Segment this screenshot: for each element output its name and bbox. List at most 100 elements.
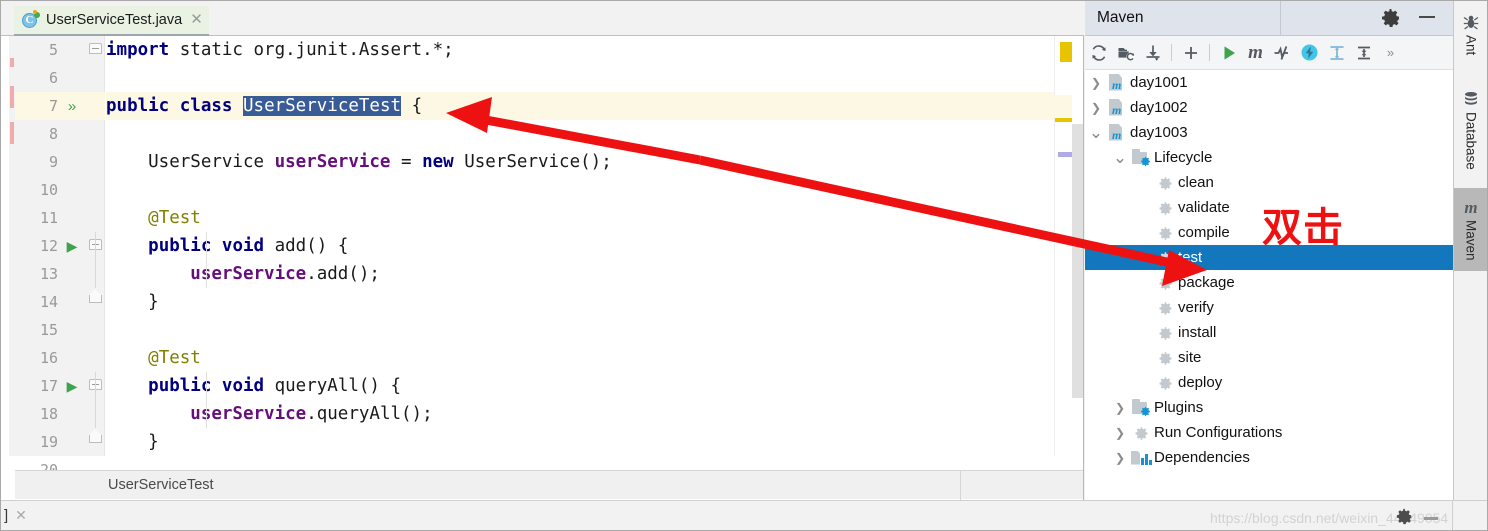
- run-all-tests-icon[interactable]: »: [61, 99, 83, 114]
- tree-item-day1003[interactable]: ⌄ m day1003: [1085, 120, 1453, 145]
- tree-item-clean[interactable]: clean: [1085, 170, 1453, 195]
- tool-tab-ant[interactable]: Ant: [1454, 6, 1488, 55]
- gutter-row-10[interactable]: 10: [15, 176, 105, 204]
- editor-tab-strip: C UserServiceTest.java ✕: [0, 0, 1084, 36]
- line-number: 18: [39, 405, 58, 423]
- tool-tab-label: Ant: [1463, 35, 1479, 56]
- gutter-row-7[interactable]: 7»: [15, 92, 105, 120]
- maven-module-icon: m: [1107, 73, 1128, 92]
- download-sources-button[interactable]: [1139, 40, 1166, 66]
- toggle-offline-button[interactable]: [1296, 40, 1323, 66]
- tree-item-dependencies[interactable]: ❯ Dependencies: [1085, 445, 1453, 470]
- tree-item-site[interactable]: site: [1085, 345, 1453, 370]
- maven-project-tree[interactable]: ❯ m day1001 ❯ m day1002 ⌄ m day1003 ⌄ Lifecycle cle…: [1085, 70, 1453, 500]
- tree-item-lifecycle[interactable]: ⌄ Lifecycle: [1085, 145, 1453, 170]
- code-token-classname-selected[interactable]: UserServiceTest: [243, 96, 402, 116]
- gutter-row-14[interactable]: 14: [15, 288, 105, 316]
- chevron-right-icon[interactable]: ❯: [1109, 402, 1131, 414]
- goal-gear-icon: [1155, 349, 1176, 367]
- tree-item-install[interactable]: install: [1085, 320, 1453, 345]
- line-number: 14: [39, 293, 58, 311]
- close-icon[interactable]: ✕: [190, 12, 203, 27]
- editor-tab-userservicetest[interactable]: C UserServiceTest.java ✕: [14, 6, 209, 36]
- tool-tab-maven[interactable]: m Maven: [1454, 188, 1488, 271]
- gutter-row-11[interactable]: 11: [15, 204, 105, 232]
- breadcrumb-bar[interactable]: UserServiceTest: [15, 470, 1083, 500]
- gutter-row-12[interactable]: 12 ▶: [15, 232, 105, 260]
- chevron-right-icon[interactable]: ❯: [1109, 452, 1131, 464]
- editor-tab-label: UserServiceTest.java: [46, 12, 183, 28]
- tree-item-label: validate: [1178, 199, 1230, 216]
- tree-item-deploy[interactable]: deploy: [1085, 370, 1453, 395]
- add-maven-project-button[interactable]: [1177, 40, 1204, 66]
- code-line-13: userService.add();: [106, 260, 1054, 288]
- close-icon[interactable]: ✕: [15, 507, 27, 524]
- tree-item-verify[interactable]: verify: [1085, 295, 1453, 320]
- tree-item-plugins[interactable]: ❯ Plugins: [1085, 395, 1453, 420]
- gutter-row-18[interactable]: 18: [15, 400, 105, 428]
- code-token-type: UserService: [106, 152, 275, 172]
- tree-item-package[interactable]: package: [1085, 270, 1453, 295]
- show-dependencies-button[interactable]: [1323, 40, 1350, 66]
- gutter-row-17[interactable]: 17 ▶: [15, 372, 105, 400]
- chevron-right-icon[interactable]: ❯: [1085, 77, 1107, 89]
- breadcrumb[interactable]: UserServiceTest: [108, 477, 214, 493]
- fold-end-icon[interactable]: [89, 429, 102, 448]
- code-token-void: void: [221, 236, 265, 256]
- reimport-button[interactable]: [1085, 40, 1112, 66]
- editor-scrollbar-thumb[interactable]: [1072, 124, 1083, 398]
- code-token-call-queryall: .queryAll();: [306, 404, 433, 424]
- chevron-right-icon[interactable]: ❯: [1085, 102, 1107, 114]
- gutter-row-13[interactable]: 13: [15, 260, 105, 288]
- line-number: 8: [48, 125, 58, 143]
- status-left-group: ] ✕: [4, 507, 27, 524]
- gutter-row-6[interactable]: 6: [15, 64, 105, 92]
- chevron-down-icon[interactable]: ⌄: [1085, 124, 1107, 141]
- gear-icon[interactable]: [1396, 508, 1413, 525]
- gutter-row-16[interactable]: 16: [15, 344, 105, 372]
- tool-tab-database[interactable]: Database: [1454, 83, 1488, 170]
- gutter-row-9[interactable]: 9: [15, 148, 105, 176]
- code-token-import-path: static org.junit.Assert.*;: [169, 40, 454, 60]
- warning-stripe[interactable]: [1055, 118, 1072, 122]
- minimize-icon[interactable]: [1424, 517, 1438, 520]
- code-editor-text[interactable]: import static org.junit.Assert.*; public…: [106, 36, 1054, 456]
- maven-m-icon[interactable]: m: [1242, 40, 1269, 66]
- maven-module-icon: m: [1107, 123, 1128, 142]
- goal-gear-icon: [1131, 424, 1152, 442]
- status-left-text: ]: [4, 507, 9, 524]
- gear-icon[interactable]: [1381, 8, 1401, 28]
- code-token-brace: }: [106, 292, 159, 312]
- tree-item-day1002[interactable]: ❯ m day1002: [1085, 95, 1453, 120]
- gutter-row-19[interactable]: 19: [15, 428, 105, 456]
- skip-tests-button[interactable]: [1269, 40, 1296, 66]
- code-line-12: public void add() {: [106, 232, 1054, 260]
- gutter-row-15[interactable]: 15: [15, 316, 105, 344]
- editor-gutter[interactable]: 567»89101112▶1314151617▶181920: [15, 36, 105, 479]
- fold-expanded-icon[interactable]: [89, 43, 102, 56]
- run-maven-build-button[interactable]: [1215, 40, 1242, 66]
- fold-end-icon[interactable]: [89, 289, 102, 308]
- gutter-row-8[interactable]: 8: [15, 120, 105, 148]
- fold-guide: [206, 372, 207, 428]
- minimize-icon[interactable]: [1419, 16, 1435, 18]
- chevron-right-icon[interactable]: ❯: [1109, 427, 1131, 439]
- fold-connector: [95, 372, 96, 428]
- code-line-18: userService.queryAll();: [106, 400, 1054, 428]
- vcs-change-marker: [10, 58, 14, 67]
- chevron-down-icon[interactable]: ⌄: [1109, 149, 1131, 166]
- line-number: 5: [48, 41, 58, 59]
- code-token-field: userService: [274, 152, 391, 172]
- gutter-row-5[interactable]: 5: [15, 36, 105, 64]
- generate-sources-button[interactable]: [1112, 40, 1139, 66]
- status-bar: ] ✕ https://blog.csdn.net/weixin_4444905…: [0, 500, 1488, 531]
- code-line-11: @Test: [106, 204, 1054, 232]
- run-test-icon[interactable]: ▶: [61, 239, 83, 253]
- code-token-equals: =: [390, 152, 423, 172]
- tree-item-day1001[interactable]: ❯ m day1001: [1085, 70, 1453, 95]
- chevron-double-right-icon[interactable]: »: [1377, 40, 1404, 66]
- tree-item-run-configurations[interactable]: ❯ Run Configurations: [1085, 420, 1453, 445]
- collapse-all-button[interactable]: [1350, 40, 1377, 66]
- run-test-icon[interactable]: ▶: [61, 379, 83, 393]
- code-token-ctor: UserService();: [453, 152, 612, 172]
